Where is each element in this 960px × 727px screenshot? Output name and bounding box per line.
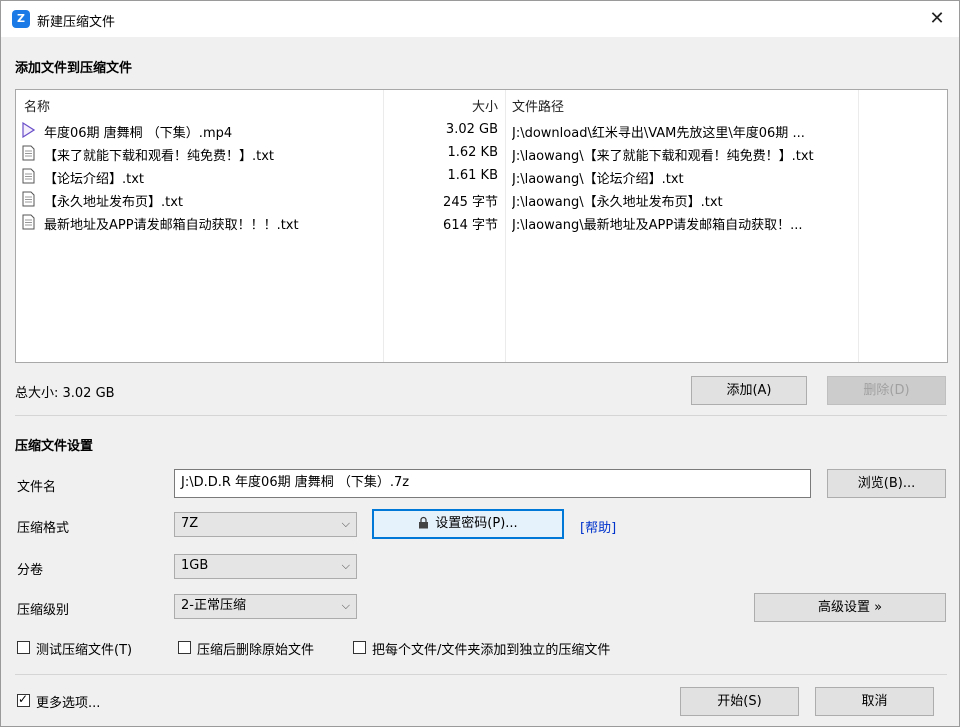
file-path: J:\download\红米寻出\VAM先放这里\年度06期 ... [512, 126, 805, 141]
volume-label: 分卷 [17, 563, 44, 578]
checkbox-label: 压缩后删除原始文件 [197, 643, 315, 658]
volume-select-value: 1GB [181, 558, 209, 573]
start-button[interactable]: 开始(S) [680, 687, 799, 716]
title-bar: Z 新建压缩文件 ✕ [1, 1, 959, 37]
file-name: 年度06期 唐舞桐 （下集）.mp4 [44, 126, 233, 141]
browse-button[interactable]: 浏览(B)... [827, 469, 946, 498]
file-path: J:\laowang\【来了就能下载和观看！纯免费！】.txt [512, 149, 814, 164]
file-path: J:\laowang\最新地址及APP请发邮箱自动获取！... [512, 218, 803, 233]
checkbox-label: 更多选项... [36, 696, 101, 711]
file-name: 【永久地址发布页】.txt [44, 195, 184, 210]
set-password-label: 设置密码(P)... [435, 516, 518, 531]
file-size: 614 字节 [443, 218, 498, 233]
file-row[interactable]: 年度06期 唐舞桐 （下集）.mp4 3.02 GB J:\download\红… [16, 119, 947, 142]
level-label: 压缩级别 [17, 603, 70, 618]
video-file-icon [22, 122, 35, 138]
file-name: 【论坛介绍】.txt [44, 172, 145, 187]
compress-dialog: Z 新建压缩文件 ✕ 添加文件到压缩文件 名称 大小 文件路径 年度06期 唐舞… [0, 0, 960, 727]
level-select[interactable]: 2-正常压缩 ⌵ [174, 594, 357, 619]
format-select[interactable]: 7Z ⌵ [174, 512, 357, 537]
checkbox-box [178, 641, 191, 654]
app-logo-icon: Z [12, 10, 30, 28]
column-header-path[interactable]: 文件路径 [512, 96, 564, 115]
volume-select[interactable]: 1GB ⌵ [174, 554, 357, 579]
help-link[interactable]: [帮助] [580, 517, 616, 536]
file-path: J:\laowang\【论坛介绍】.txt [512, 172, 684, 187]
chevron-down-icon: ⌵ [341, 559, 350, 572]
close-button[interactable]: ✕ [915, 1, 959, 37]
lock-icon [418, 516, 429, 529]
file-row[interactable]: 最新地址及APP请发邮箱自动获取！！！.txt 614 字节 J:\laowan… [16, 211, 947, 234]
file-name: 最新地址及APP请发邮箱自动获取！！！.txt [44, 218, 299, 233]
file-path: J:\laowang\【永久地址发布页】.txt [512, 195, 723, 210]
file-row[interactable]: 【论坛介绍】.txt 1.61 KB J:\laowang\【论坛介绍】.txt [16, 165, 947, 188]
window-title: 新建压缩文件 [37, 15, 116, 30]
delete-button[interactable]: 删除(D) [827, 376, 946, 405]
advanced-settings-button[interactable]: 高级设置 » [754, 593, 946, 622]
format-label: 压缩格式 [17, 521, 70, 536]
set-password-button[interactable]: 设置密码(P)... [372, 509, 564, 539]
checkbox-box-checked [17, 692, 30, 707]
checkbox-box [353, 641, 366, 654]
text-file-icon [22, 168, 35, 184]
checkbox-label: 测试压缩文件(T) [36, 643, 133, 658]
file-name: 【来了就能下载和观看！纯免费！】.txt [44, 149, 275, 164]
footer-divider [15, 674, 947, 675]
file-row[interactable]: 【来了就能下载和观看！纯免费！】.txt 1.62 KB J:\laowang\… [16, 142, 947, 165]
file-list[interactable]: 名称 大小 文件路径 年度06期 唐舞桐 （下集）.mp4 3.02 GB J:… [15, 89, 948, 363]
filename-label: 文件名 [17, 480, 57, 495]
text-file-icon [22, 191, 35, 207]
files-section-heading: 添加文件到压缩文件 [15, 61, 133, 76]
add-button[interactable]: 添加(A) [691, 376, 807, 405]
settings-section-heading: 压缩文件设置 [15, 439, 94, 454]
file-size: 3.02 GB [445, 122, 498, 137]
file-size: 245 字节 [443, 195, 498, 210]
chevron-down-icon: ⌵ [341, 599, 350, 612]
chevron-down-icon: ⌵ [341, 517, 350, 530]
file-size: 1.61 KB [447, 168, 498, 183]
level-select-value: 2-正常压缩 [181, 598, 246, 613]
filename-input[interactable]: J:\D.D.R 年度06期 唐舞桐 （下集）.7z [174, 469, 811, 498]
file-size: 1.62 KB [447, 145, 498, 160]
format-select-value: 7Z [181, 516, 199, 531]
total-size: 总大小: 3.02 GB [15, 386, 115, 401]
text-file-icon [22, 145, 35, 161]
column-header-name[interactable]: 名称 [24, 96, 50, 115]
file-row[interactable]: 【永久地址发布页】.txt 245 字节 J:\laowang\【永久地址发布页… [16, 188, 947, 211]
checkbox-label: 把每个文件/文件夹添加到独立的压缩文件 [372, 643, 611, 658]
column-header-size[interactable]: 大小 [396, 96, 498, 115]
cancel-button[interactable]: 取消 [815, 687, 934, 716]
checkbox-box [17, 641, 30, 654]
text-file-icon [22, 214, 35, 230]
section-divider [15, 415, 947, 416]
